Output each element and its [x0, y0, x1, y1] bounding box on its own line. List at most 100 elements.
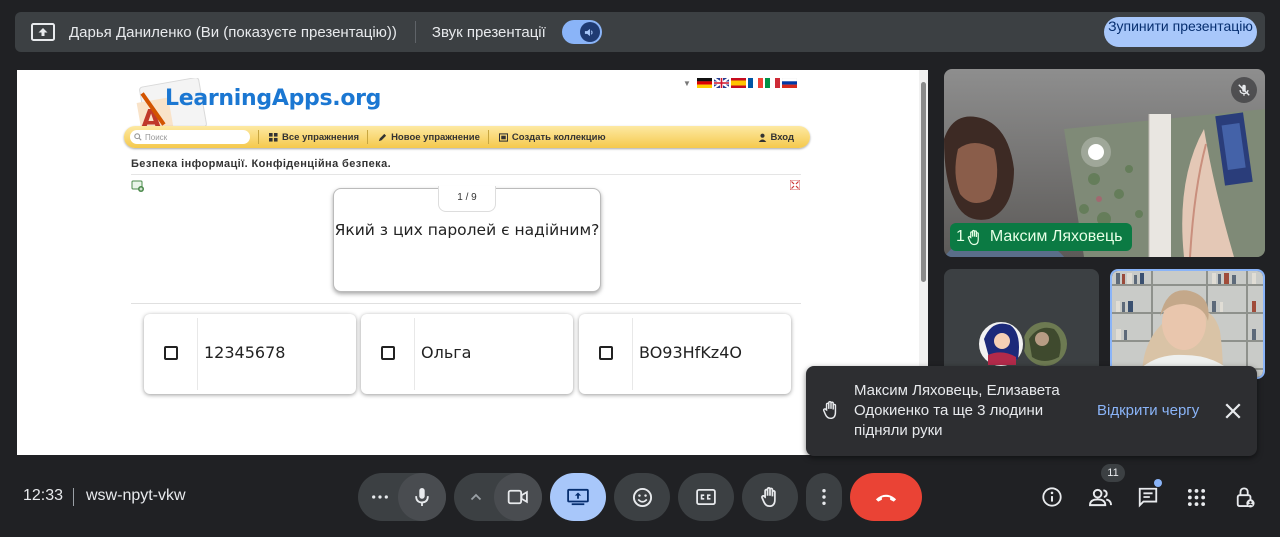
nav-all-exercises[interactable]: Все упражнения [269, 132, 359, 143]
answer-checkbox[interactable] [164, 346, 178, 360]
more-vertical-icon [822, 488, 826, 506]
meeting-details-button[interactable] [1039, 484, 1065, 510]
open-queue-button[interactable]: Відкрити чергу [1097, 402, 1199, 419]
presentation-sound-toggle[interactable] [561, 20, 602, 44]
present-now-button[interactable] [550, 473, 606, 521]
divider [131, 174, 801, 175]
divider [367, 130, 369, 144]
participant-name-chip: 1 Максим Ляховець [950, 223, 1133, 251]
activities-button[interactable] [1183, 484, 1209, 510]
participant-tile-main[interactable]: 1 Максим Ляховець [944, 69, 1265, 257]
nav-all-exercises-label: Все упражнения [282, 131, 360, 143]
search-placeholder: Поиск [145, 132, 168, 142]
divider [197, 318, 198, 390]
participant-tile-others[interactable] [944, 269, 1099, 379]
flag-ru-icon[interactable] [781, 78, 797, 88]
nav-new-exercise[interactable]: Новое упражнение [378, 132, 480, 143]
flag-gb-icon[interactable] [713, 78, 729, 88]
divider [414, 318, 415, 390]
captions-button[interactable] [678, 473, 734, 521]
flag-es-icon[interactable] [730, 78, 746, 88]
camera-button[interactable] [494, 473, 542, 521]
emoji-icon [632, 487, 652, 507]
user-icon [758, 133, 766, 142]
answer-option[interactable]: BO93HfKz4O [579, 314, 791, 394]
people-icon [1088, 488, 1112, 506]
answer-text: BO93HfKz4O [639, 343, 742, 362]
question-card: 1 / 9 Який з цих паролей є надійним? [333, 186, 601, 292]
shared-screen: A LearningApps.org ▼ Поиск Все упражнени… [17, 70, 928, 455]
chat-button[interactable] [1135, 484, 1161, 510]
participant-count-badge: 11 [1101, 464, 1125, 482]
reactions-button[interactable] [614, 473, 670, 521]
participant-tile-video[interactable] [1110, 269, 1265, 379]
raised-hand-icon [761, 487, 776, 508]
chevron-down-icon[interactable]: ▼ [683, 79, 691, 88]
host-controls-button[interactable] [1232, 484, 1258, 510]
participant-name: Максим Ляховець [989, 228, 1123, 245]
nav-login[interactable]: Вход [758, 131, 795, 143]
present-screen-icon [31, 23, 55, 41]
divider [487, 130, 489, 144]
exercise-info-icon[interactable] [131, 179, 145, 193]
participant-avatar [977, 320, 1067, 368]
flag-fr-icon[interactable] [747, 78, 763, 88]
stop-presenting-button[interactable]: Зупинити презентацію [1104, 17, 1257, 47]
microphone-icon [415, 488, 429, 506]
pencil-icon [378, 133, 387, 141]
more-options-button[interactable] [806, 473, 842, 521]
divider [632, 318, 633, 390]
video-options-button[interactable] [454, 473, 498, 521]
microphone-button[interactable] [398, 473, 446, 521]
raised-hand-order: 1 [956, 228, 965, 245]
nav-login-label: Вход [770, 131, 795, 143]
raised-hand-icon [967, 229, 979, 245]
meeting-code: wsw-npyt-vkw [86, 487, 186, 504]
flag-de-icon[interactable] [696, 78, 712, 88]
answer-option[interactable]: Ольга [361, 314, 573, 394]
answer-text: Ольга [421, 343, 472, 362]
presenting-bar: Дарья Даниленко (Ви (показуєте презентац… [15, 12, 1265, 52]
close-icon[interactable] [1224, 402, 1242, 420]
grid-icon [269, 132, 278, 142]
search-icon [134, 133, 142, 141]
people-button[interactable] [1087, 484, 1113, 510]
fullscreen-icon[interactable] [790, 180, 800, 190]
mic-off-icon [1231, 77, 1257, 103]
answer-checkbox[interactable] [599, 346, 613, 360]
language-selector[interactable]: ▼ [683, 78, 797, 88]
site-search-input[interactable]: Поиск [130, 130, 250, 144]
present-screen-icon [567, 488, 589, 506]
collection-icon [498, 132, 508, 142]
chat-icon [1138, 487, 1158, 508]
raised-hands-notification: Максим Ляховець, Елизавета Одокиенко та … [806, 366, 1257, 456]
presentation-sound-label: Звук презентації [431, 23, 546, 41]
question-counter: 1 / 9 [438, 186, 496, 212]
chat-unread-dot [1154, 479, 1162, 487]
audio-options-button[interactable] [358, 473, 402, 521]
raise-hand-button[interactable] [742, 473, 798, 521]
leave-call-button[interactable] [850, 473, 922, 521]
end-call-icon [875, 494, 897, 502]
exercise-title: Безпека інформації. Конфіденційна безпек… [131, 158, 392, 170]
more-horizontal-icon [372, 495, 388, 499]
question-text: Який з цих паролей є надійним? [334, 221, 600, 239]
participant-video [1112, 271, 1263, 377]
current-time: 12:33 [23, 487, 64, 504]
camera-icon [507, 489, 528, 505]
speaker-icon [579, 22, 600, 42]
divider [414, 21, 416, 43]
scrollbar-thumb[interactable] [921, 82, 926, 282]
flag-it-icon[interactable] [764, 78, 780, 88]
raised-hand-icon [823, 400, 837, 420]
nav-create-collection-label: Создать коллекцию [511, 131, 606, 143]
presenter-label: Дарья Даниленко (Ви (показуєте презентац… [69, 23, 397, 41]
nav-create-collection[interactable]: Создать коллекцию [498, 131, 606, 143]
site-navbar: Поиск Все упражнения Новое упражнение Со… [124, 126, 810, 148]
lock-person-icon [1236, 487, 1255, 508]
answer-option[interactable]: 12345678 [144, 314, 356, 394]
answer-checkbox[interactable] [381, 346, 395, 360]
apps-grid-icon [1187, 488, 1205, 506]
answer-text: 12345678 [204, 343, 286, 362]
divider [258, 130, 259, 144]
